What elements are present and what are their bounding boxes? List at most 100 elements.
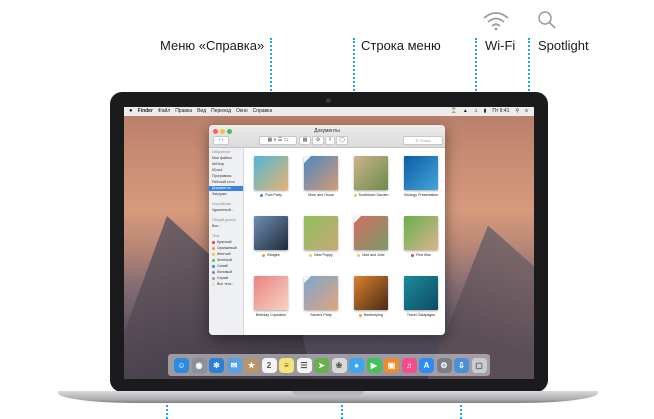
document-thumbnail [354, 156, 388, 190]
sidebar-item-documents[interactable]: Документы [209, 186, 243, 191]
sidebar-item-downloads[interactable]: Загрузки [212, 192, 242, 197]
menu-file[interactable]: Файл [158, 107, 170, 116]
itunes-icon[interactable]: ♫ [401, 358, 417, 373]
finder-icon[interactable]: ☺ [174, 358, 189, 373]
view-buttons[interactable]: ▦ ≡ ☰ ▭ [259, 136, 297, 145]
trash-icon[interactable]: ▢ [471, 358, 487, 373]
downloads-stack-icon[interactable]: ⇩ [454, 358, 469, 373]
tag-color-dot [357, 253, 361, 257]
notes-icon[interactable]: ≡ [279, 358, 294, 373]
base-notch [292, 391, 364, 395]
document-name-text: Max and Julie [362, 253, 385, 257]
document-thumbnail [404, 156, 438, 190]
document-item[interactable]: First Kiss [396, 216, 445, 266]
menu-app-name[interactable]: Finder [138, 107, 153, 116]
system-preferences-icon[interactable]: ⚙ [436, 358, 452, 373]
back-forward-buttons[interactable]: ‹ › [213, 136, 229, 145]
camera [326, 98, 331, 103]
volume-icon[interactable]: ♫ [474, 107, 478, 116]
action-button[interactable]: ⚙ [312, 136, 324, 145]
sidebar-tag-item[interactable]: Зеленый [212, 258, 242, 263]
document-item[interactable]: Sarah's Party [296, 276, 346, 326]
sidebar-item-applications[interactable]: Программы [212, 174, 242, 179]
search-field[interactable]: ⚲ Поиск [403, 136, 443, 145]
photos-icon[interactable]: ❀ [331, 358, 347, 373]
sidebar-item-airdrop[interactable]: AirDrop [212, 162, 242, 167]
reminders-icon[interactable]: ☰ [296, 358, 312, 373]
document-item[interactable]: Max and Julie [346, 216, 396, 266]
document-name-text: Southtown Garden [358, 193, 389, 197]
document-name-text: Mom and Oscar [308, 193, 334, 197]
notification-center-icon[interactable]: ≡ [525, 107, 528, 116]
sidebar-tag-item[interactable]: Серый [212, 276, 242, 281]
arrange-button[interactable]: ▦ [299, 136, 311, 145]
menu-extras: ⌛ ▲ ♫ ▮ Пт 9:41 ⚲ ≡ [451, 107, 534, 116]
callout-wifi: Wi-Fi [485, 38, 516, 53]
mail-icon[interactable]: ✉ [226, 358, 242, 373]
sidebar-item-all-files[interactable]: Мои файлы [212, 156, 242, 161]
document-thumbnail [354, 216, 388, 250]
sidebar-tag-item[interactable]: Все теги... [212, 282, 242, 287]
sidebar-item-shared-all[interactable]: Все... [212, 224, 242, 229]
app-store-icon[interactable]: A [419, 358, 434, 373]
menu-edit[interactable]: Правка [175, 107, 192, 116]
document-item[interactable]: Mom and Oscar [296, 156, 346, 206]
tag-color-dot [212, 264, 215, 268]
wifi-status-icon[interactable]: ▲ [463, 107, 468, 116]
menu-view[interactable]: Вид [197, 107, 206, 116]
document-item[interactable]: Beekeeping [346, 276, 396, 326]
sidebar-tag-item[interactable]: Оранжевый [212, 246, 242, 251]
share-button[interactable]: ⇧ [325, 136, 335, 145]
document-item[interactable]: Bridges [246, 216, 296, 266]
safari-icon[interactable]: ✻ [209, 358, 224, 373]
finder-window: Документы ‹ › ▦ ≡ ☰ ▭ ▦ ⚙ ⇧ ◯ ⚲ Поиск Из… [209, 125, 445, 335]
macbook-base [58, 391, 598, 403]
messages-icon[interactable]: ● [349, 358, 364, 373]
ibooks-icon[interactable]: ▣ [384, 358, 399, 373]
document-item[interactable]: Travel Galapagos [396, 276, 445, 326]
search-placeholder: Поиск [419, 138, 431, 143]
tag-color-dot [309, 253, 313, 257]
dock: ☺ ◉ ✻ ✉ ★ 2 ≡ ☰ ➤ ❀ ● ▶ ▣ ♫ A ⚙ ⇩ ▢ [168, 354, 490, 376]
window-title: Документы [314, 128, 340, 134]
document-item[interactable]: New Puppy [296, 216, 346, 266]
calendar-icon[interactable]: 2 [261, 358, 277, 373]
bluetooth-icon[interactable]: ⌛ [451, 107, 457, 116]
contacts-icon[interactable]: ★ [244, 358, 259, 373]
tag-color-dot [212, 276, 215, 280]
tags-button[interactable]: ◯ [336, 136, 348, 145]
apple-menu-icon[interactable]: ● [129, 107, 133, 116]
sidebar-item-remote-disc[interactable]: Удаленный... [212, 208, 242, 213]
document-item[interactable]: Southtown Garden [346, 156, 396, 206]
menu-clock[interactable]: Пт 9:41 [492, 107, 509, 116]
document-thumbnail [254, 156, 288, 190]
sidebar-tag-item[interactable]: Желтый [212, 252, 242, 257]
maps-icon[interactable]: ➤ [314, 358, 329, 373]
menu-go[interactable]: Переход [211, 107, 231, 116]
launchpad-icon[interactable]: ◉ [191, 358, 207, 373]
tag-label: Красный [217, 240, 232, 244]
tag-color-dot [212, 258, 215, 262]
macbook-lid: ● Finder Файл Правка Вид Переход Окно Сп… [110, 92, 548, 392]
sidebar-tag-item[interactable]: Лиловый [212, 270, 242, 275]
document-name-text: Bridges [267, 253, 280, 257]
facetime-icon[interactable]: ▶ [366, 358, 382, 373]
document-item[interactable]: Birthday Cupcakes [246, 276, 296, 326]
document-name-text: Birthday Cupcakes [255, 313, 287, 317]
sidebar-tag-item[interactable]: Синий [212, 264, 242, 269]
document-item[interactable]: Pool Party [246, 156, 296, 206]
tag-label: Зеленый [217, 258, 232, 262]
document-thumbnail [354, 276, 388, 310]
spotlight-menu-icon[interactable]: ⚲ [515, 107, 519, 116]
finder-titlebar: Документы ‹ › ▦ ≡ ☰ ▭ ▦ ⚙ ⇧ ◯ ⚲ Поиск [209, 125, 445, 148]
sidebar-header-favorites: Избранное [212, 150, 231, 154]
sidebar-item-icloud[interactable]: iCloud [212, 168, 242, 173]
menu-help[interactable]: Справка [253, 107, 273, 116]
document-item[interactable]: Geology Presentation [396, 156, 445, 206]
battery-icon[interactable]: ▮ [484, 107, 487, 116]
wifi-icon [483, 12, 509, 31]
sidebar-item-desktop[interactable]: Рабочий стол [212, 180, 242, 185]
sidebar-tag-item[interactable]: Красный [212, 240, 242, 245]
menu-window[interactable]: Окно [236, 107, 248, 116]
document-name-text: First Kiss [416, 253, 431, 257]
